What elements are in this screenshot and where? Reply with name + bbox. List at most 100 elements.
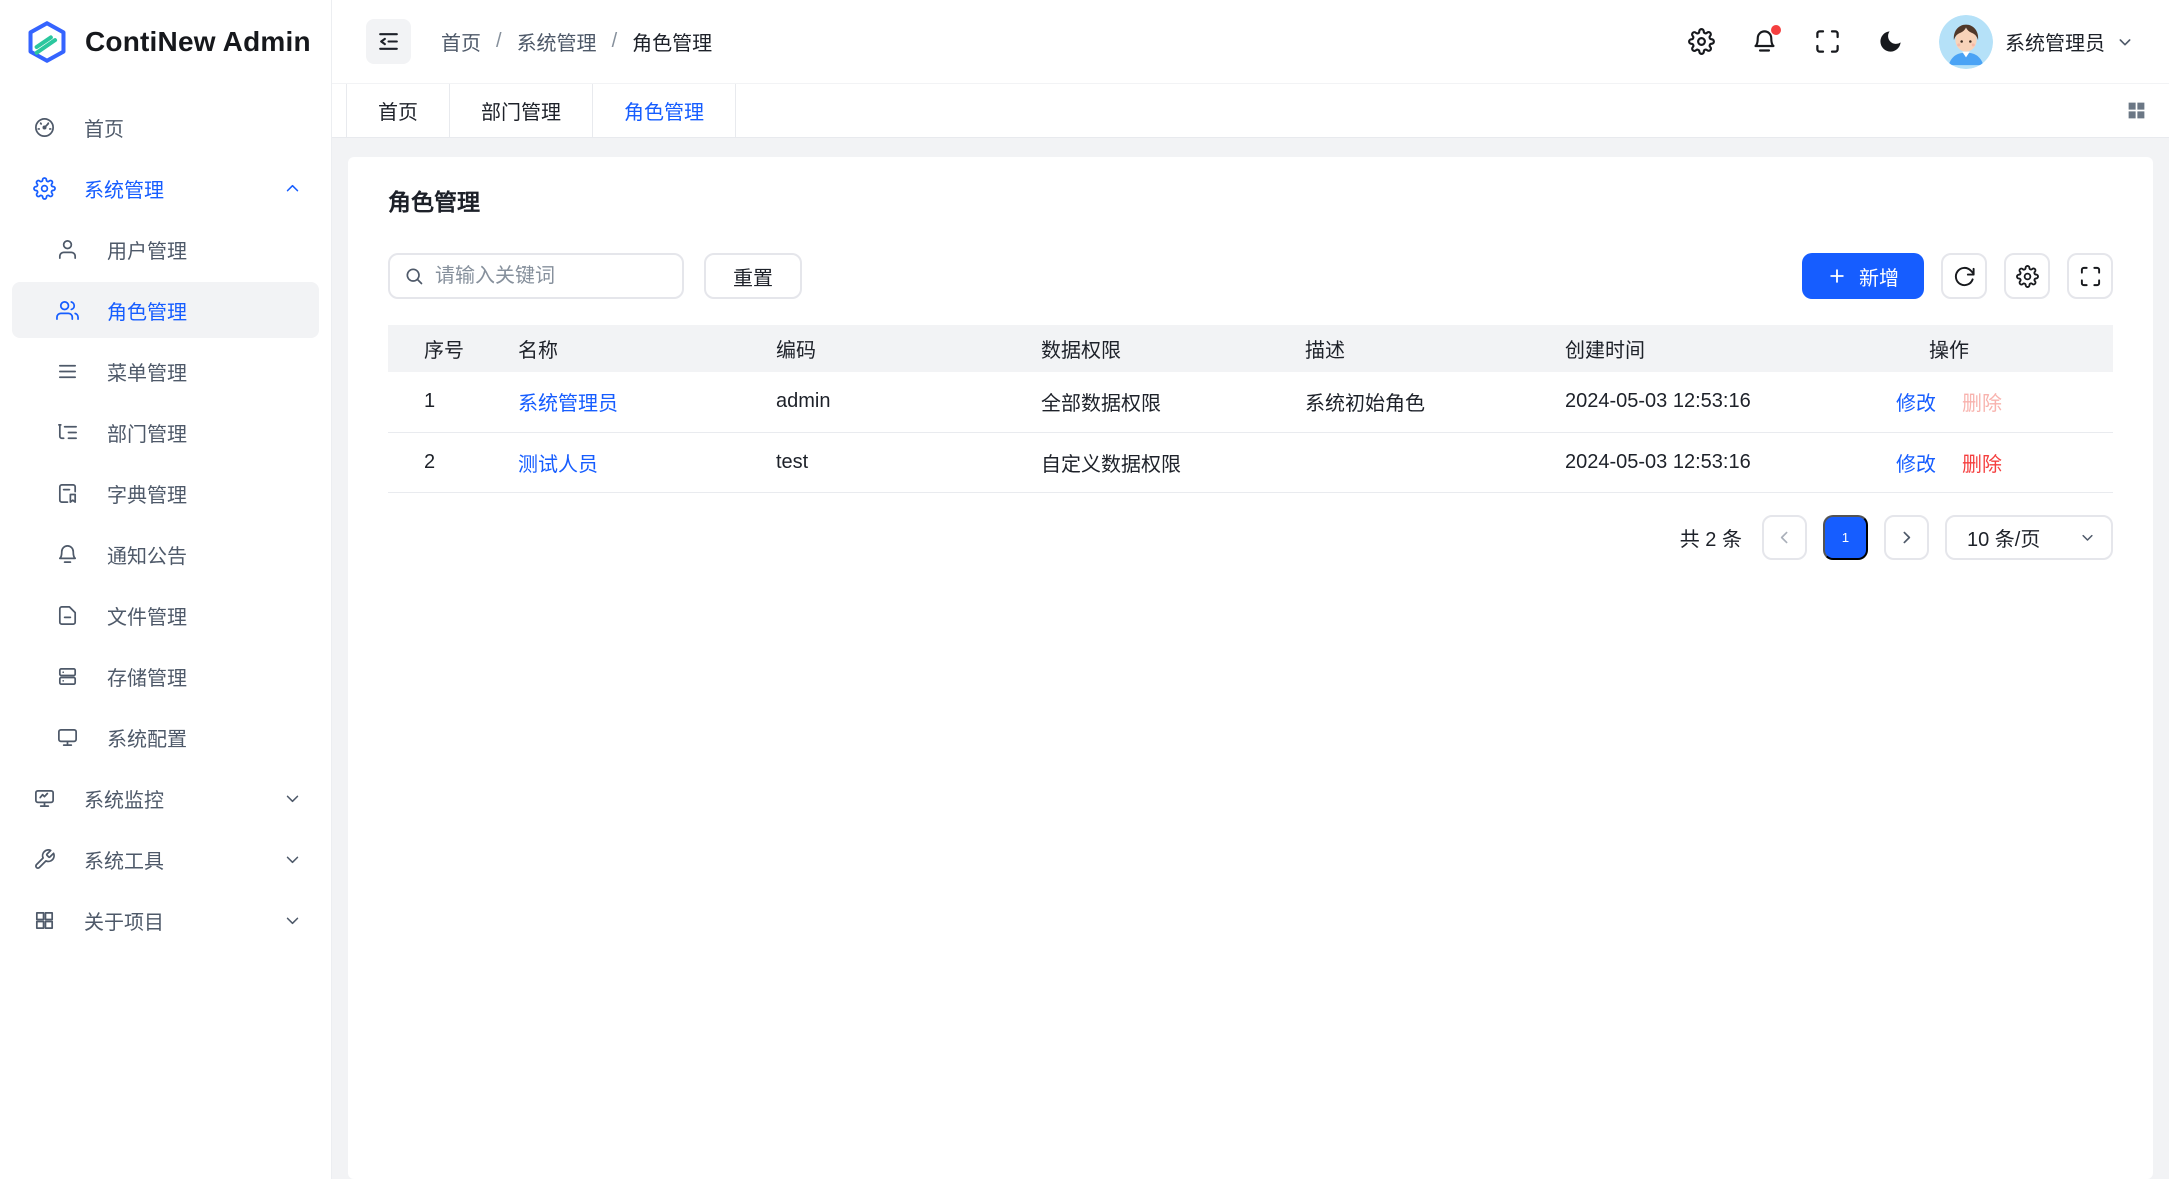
delete-action[interactable]: 删除 bbox=[1962, 454, 2002, 476]
logo-icon bbox=[24, 19, 70, 65]
user-name: 系统管理员 bbox=[2005, 27, 2105, 56]
sidebar-item-system-tools[interactable]: 系统工具 bbox=[12, 831, 319, 887]
sidebar-item-label: 通知公告 bbox=[107, 540, 187, 569]
notifications-button[interactable] bbox=[1750, 28, 1778, 56]
sidebar-item-label: 字典管理 bbox=[107, 479, 187, 508]
tab-home[interactable]: 首页 bbox=[346, 84, 450, 137]
tab-list-button[interactable] bbox=[2103, 84, 2169, 137]
breadcrumb-item-system[interactable]: 系统管理 bbox=[517, 27, 597, 56]
tab-role-management[interactable]: 角色管理 bbox=[593, 84, 736, 137]
pagination: 共 2 条 1 10 条/页 bbox=[388, 515, 2113, 560]
cell-created: 2024-05-03 12:53:16 bbox=[1549, 372, 1785, 432]
column-header-name: 名称 bbox=[502, 325, 760, 372]
cell-scope: 自定义数据权限 bbox=[1025, 432, 1289, 492]
sidebar-item-label: 存储管理 bbox=[107, 662, 187, 691]
grid-outline-icon bbox=[33, 909, 56, 932]
table-fullscreen-button[interactable] bbox=[2067, 253, 2113, 299]
chevron-down-icon bbox=[2080, 530, 2095, 545]
page-title: 角色管理 bbox=[388, 189, 2113, 215]
cell-index: 1 bbox=[388, 372, 502, 432]
app-window: ContiNew Admin 首页 bbox=[0, 0, 2169, 1179]
chevron-right-icon bbox=[1898, 529, 1915, 546]
column-header-actions: 操作 bbox=[1785, 325, 2113, 372]
roles-table: 序号 名称 编码 数据权限 描述 创建时间 操作 1 系统管理员 bbox=[388, 325, 2113, 493]
avatar bbox=[1939, 15, 1993, 69]
sidebar-item-system-config[interactable]: 系统配置 bbox=[12, 709, 319, 765]
search-input[interactable] bbox=[435, 265, 668, 288]
dictionary-icon bbox=[56, 482, 79, 505]
sidebar: ContiNew Admin 首页 bbox=[0, 0, 332, 1179]
sidebar-item-file-management[interactable]: 文件管理 bbox=[12, 587, 319, 643]
tab-label: 角色管理 bbox=[624, 96, 704, 125]
sidebar-item-menu-management[interactable]: 菜单管理 bbox=[12, 343, 319, 399]
sidebar-item-label: 文件管理 bbox=[107, 601, 187, 630]
role-management-card: 角色管理 重置 新增 bbox=[348, 157, 2153, 1179]
page-1-button[interactable]: 1 bbox=[1823, 515, 1868, 560]
edit-action[interactable]: 修改 bbox=[1896, 393, 1936, 415]
chevron-down-icon bbox=[284, 851, 301, 868]
reset-button[interactable]: 重置 bbox=[704, 253, 802, 299]
column-header-code: 编码 bbox=[760, 325, 1025, 372]
cell-desc: 系统初始角色 bbox=[1289, 372, 1549, 432]
chevron-down-icon bbox=[284, 790, 301, 807]
fullscreen-icon bbox=[2079, 265, 2102, 288]
table-row: 2 测试人员 test 自定义数据权限 2024-05-03 12:53:16 … bbox=[388, 432, 2113, 492]
dashboard-icon bbox=[33, 116, 56, 139]
sidebar-item-system-monitor[interactable]: 系统监控 bbox=[12, 770, 319, 826]
chevron-left-icon bbox=[1776, 529, 1793, 546]
sidebar-collapse-button[interactable] bbox=[366, 19, 411, 64]
role-name-link[interactable]: 系统管理员 bbox=[518, 393, 618, 415]
table-header-row: 序号 名称 编码 数据权限 描述 创建时间 操作 bbox=[388, 325, 2113, 372]
prev-page-button[interactable] bbox=[1762, 515, 1807, 560]
sidebar-item-about-project[interactable]: 关于项目 bbox=[12, 892, 319, 948]
pagination-total: 共 2 条 bbox=[1680, 523, 1742, 552]
sidebar-item-notice[interactable]: 通知公告 bbox=[12, 526, 319, 582]
page-size-value: 10 条/页 bbox=[1967, 523, 2040, 552]
tab-label: 部门管理 bbox=[481, 96, 561, 125]
bell-icon bbox=[56, 543, 79, 566]
tree-list-icon bbox=[56, 421, 79, 444]
table-toolbar: 重置 新增 bbox=[388, 253, 2113, 299]
settings-button[interactable] bbox=[1687, 28, 1715, 56]
breadcrumb-separator: / bbox=[496, 30, 502, 53]
dark-mode-button[interactable] bbox=[1876, 28, 1904, 56]
role-name-link[interactable]: 测试人员 bbox=[518, 454, 598, 476]
top-header: 首页 / 系统管理 / 角色管理 bbox=[332, 0, 2169, 84]
refresh-button[interactable] bbox=[1941, 253, 1987, 299]
sidebar-item-user-management[interactable]: 用户管理 bbox=[12, 221, 319, 277]
column-settings-button[interactable] bbox=[2004, 253, 2050, 299]
grid-filled-icon bbox=[2126, 100, 2147, 121]
sidebar-item-label: 关于项目 bbox=[84, 906, 164, 935]
gear-icon bbox=[1688, 28, 1715, 55]
content-area: 角色管理 重置 新增 bbox=[332, 138, 2169, 1179]
cell-index: 2 bbox=[388, 432, 502, 492]
monitor-chart-icon bbox=[33, 787, 56, 810]
tab-department-management[interactable]: 部门管理 bbox=[450, 84, 593, 137]
sidebar-item-department-management[interactable]: 部门管理 bbox=[12, 404, 319, 460]
app-title: ContiNew Admin bbox=[85, 26, 311, 58]
column-header-index: 序号 bbox=[388, 325, 502, 372]
cell-code: test bbox=[760, 432, 1025, 492]
search-icon bbox=[404, 266, 424, 286]
add-button[interactable]: 新增 bbox=[1802, 253, 1924, 299]
search-box[interactable] bbox=[388, 253, 684, 299]
sidebar-item-home[interactable]: 首页 bbox=[12, 99, 319, 155]
user-menu[interactable]: 系统管理员 bbox=[1939, 15, 2133, 69]
chevron-down-icon bbox=[284, 912, 301, 929]
breadcrumb-separator: / bbox=[612, 30, 618, 53]
breadcrumb-item-home[interactable]: 首页 bbox=[441, 27, 481, 56]
gear-icon bbox=[33, 177, 56, 200]
cell-scope: 全部数据权限 bbox=[1025, 372, 1289, 432]
fullscreen-button[interactable] bbox=[1813, 28, 1841, 56]
page-size-select[interactable]: 10 条/页 bbox=[1945, 515, 2113, 560]
sidebar-item-storage-management[interactable]: 存储管理 bbox=[12, 648, 319, 704]
sidebar-item-system-management[interactable]: 系统管理 bbox=[12, 160, 319, 216]
sidebar-item-dict-management[interactable]: 字典管理 bbox=[12, 465, 319, 521]
sidebar-item-label: 角色管理 bbox=[107, 296, 187, 325]
sidebar-item-label: 系统管理 bbox=[84, 174, 164, 203]
tab-label: 首页 bbox=[378, 96, 418, 125]
chevron-down-icon bbox=[2117, 34, 2133, 50]
sidebar-item-role-management[interactable]: 角色管理 bbox=[12, 282, 319, 338]
edit-action[interactable]: 修改 bbox=[1896, 454, 1936, 476]
next-page-button[interactable] bbox=[1884, 515, 1929, 560]
